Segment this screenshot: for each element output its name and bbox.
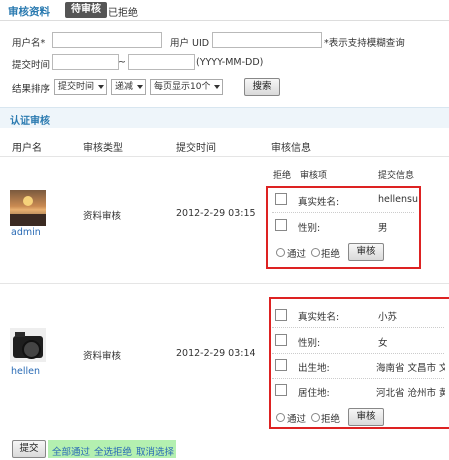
item-label: 居住地: [298, 388, 330, 399]
page-size-value: 每页显示10个 [154, 82, 211, 92]
pass-all-link[interactable]: 全部通过 [52, 444, 90, 458]
reject-checkbox[interactable] [275, 309, 287, 321]
item-label: 真实姓名: [298, 312, 340, 323]
item-label: 性别: [298, 338, 321, 349]
col-time: 提交时间 [176, 143, 216, 154]
item-value: 女 [378, 338, 388, 349]
username-input[interactable] [52, 32, 162, 48]
reject-col-header: 拒绝 [273, 171, 292, 181]
reject-checkbox[interactable] [275, 384, 287, 396]
item-value: 河北省 沧州市 黄 [376, 388, 445, 399]
header-divider [0, 20, 449, 21]
col-type: 审核类型 [83, 143, 123, 154]
search-button[interactable]: 搜索 [244, 78, 280, 96]
sort-label: 结果排序 [12, 84, 51, 95]
reject-checkbox[interactable] [275, 193, 287, 205]
chevron-down-icon [137, 85, 144, 89]
col-info: 审核信息 [271, 143, 311, 154]
pass-label: 通过 [287, 249, 307, 260]
submit-time: 2012-2-29 03:15 [176, 208, 256, 219]
pass-radio[interactable] [276, 413, 285, 422]
sort-order-select[interactable]: 递减 [111, 79, 147, 95]
section-header: 认证审核 [0, 107, 449, 128]
divider [272, 353, 444, 354]
avatar[interactable] [10, 190, 46, 226]
col-username: 用户名 [12, 143, 42, 154]
chevron-down-icon [214, 85, 221, 89]
divider [0, 156, 449, 157]
date-to-input[interactable] [128, 54, 195, 70]
reject-checkbox[interactable] [275, 219, 287, 231]
tab-rejected[interactable]: 已拒绝 [108, 4, 138, 19]
reject-label: 拒绝 [321, 414, 341, 425]
audit-button[interactable]: 审核 [348, 243, 384, 261]
username-link[interactable]: admin [11, 227, 41, 238]
reject-all-link[interactable]: 全选拒绝 [94, 444, 132, 458]
item-value: hellensu [378, 194, 418, 205]
item-col-header: 审核项 [300, 171, 328, 181]
submit-time-label: 提交时间 [12, 60, 51, 71]
sort-order-value: 递减 [115, 82, 134, 92]
pass-radio[interactable] [276, 248, 285, 257]
divider [0, 283, 449, 284]
username-link[interactable]: hellen [11, 366, 40, 377]
page-title: 审核资料 [8, 6, 50, 18]
uid-label: 用户 UID [170, 38, 210, 49]
item-label: 真实姓名: [298, 197, 340, 208]
reject-radio[interactable] [311, 248, 320, 257]
fuzzy-hint: *表示支持模糊查询 [324, 38, 405, 49]
divider [272, 378, 444, 379]
item-value: 海南省 文昌市 文 [376, 363, 445, 374]
item-label: 性别: [298, 223, 321, 234]
submit-button[interactable]: 提交 [12, 440, 46, 458]
reject-label: 拒绝 [321, 249, 341, 260]
item-value: 小苏 [378, 312, 398, 323]
section-title: 认证审核 [10, 116, 50, 127]
pass-label: 通过 [287, 414, 307, 425]
reject-radio[interactable] [311, 413, 320, 422]
reject-checkbox[interactable] [275, 359, 287, 371]
range-separator: ~ [118, 57, 126, 68]
uid-input[interactable] [212, 32, 322, 48]
tab-pending[interactable]: 待审核 [65, 2, 107, 18]
username-label: 用户名* [12, 38, 46, 49]
avatar[interactable] [10, 328, 46, 362]
reject-checkbox[interactable] [275, 334, 287, 346]
sort-field-select[interactable]: 提交时间 [54, 79, 108, 95]
submit-time: 2012-2-29 03:14 [176, 348, 256, 359]
page-size-select[interactable]: 每页显示10个 [150, 79, 224, 95]
sort-field-value: 提交时间 [58, 82, 95, 92]
divider [272, 327, 444, 328]
audit-button[interactable]: 审核 [348, 408, 384, 426]
clear-selection-link[interactable]: 取消选择 [136, 444, 174, 458]
item-value: 男 [378, 223, 388, 234]
divider [272, 212, 414, 213]
date-format-hint: (YYYY-MM-DD) [196, 57, 264, 68]
value-col-header: 提交信息 [378, 171, 415, 181]
date-from-input[interactable] [52, 54, 119, 70]
chevron-down-icon [98, 85, 105, 89]
item-label: 出生地: [298, 363, 330, 374]
audit-type: 资料审核 [83, 211, 122, 222]
audit-type: 资料审核 [83, 351, 122, 362]
